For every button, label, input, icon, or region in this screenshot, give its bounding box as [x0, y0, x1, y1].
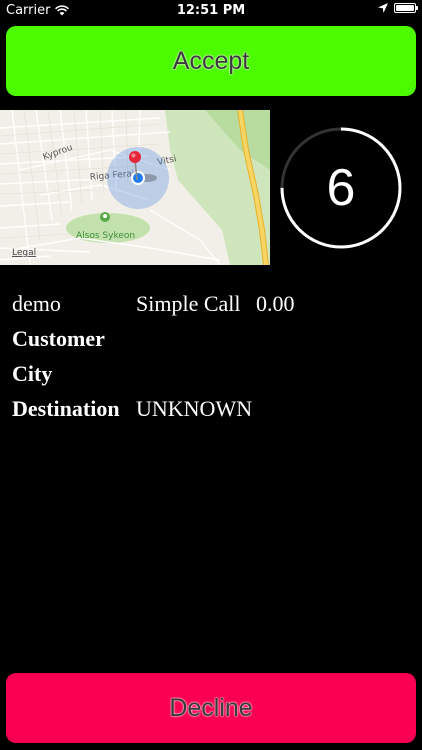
call-type: Simple Call [136, 291, 241, 316]
caller-name: demo [12, 291, 61, 316]
countdown-timer: 6 [279, 126, 403, 250]
map-view[interactable]: Kyprou Riga Ferai Vitsi Alsos Sykeon Leg… [0, 110, 270, 265]
location-arrow-icon [378, 3, 388, 13]
map-legal-link[interactable]: Legal [12, 248, 36, 258]
park-label: Alsos Sykeon [76, 231, 135, 241]
destination-label: Destination [12, 396, 120, 421]
countdown-value: 6 [326, 159, 356, 217]
city-label: City [12, 361, 53, 386]
call-amount: 0.00 [256, 291, 295, 316]
battery-icon [394, 3, 418, 13]
status-time: 12:51 PM [176, 3, 246, 18]
customer-label: Customer [12, 326, 105, 351]
accept-button[interactable]: Accept [6, 26, 416, 96]
status-right [378, 3, 418, 13]
battery-fill [396, 5, 414, 11]
status-bar: Carrier 12:51 PM [0, 0, 422, 22]
map-image: Kyprou Riga Ferai Vitsi Alsos Sykeon Leg… [0, 110, 270, 265]
decline-button[interactable]: Decline [6, 673, 416, 743]
destination-value: UNKNOWN [136, 396, 253, 421]
